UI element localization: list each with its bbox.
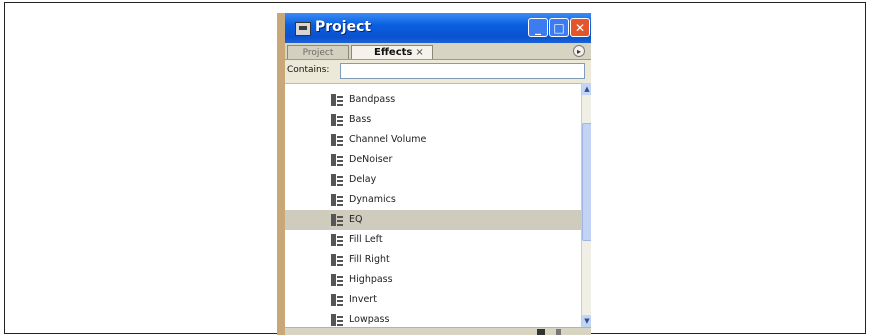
title-bar[interactable]: Project _ □ ✕ [285,13,591,43]
panel-menu-icon[interactable]: ▸ [573,45,585,57]
audio-effect-icon [331,234,343,246]
effect-label: Bandpass [349,94,396,105]
effect-list-item[interactable]: EQ [285,210,581,230]
background-strip [277,13,285,335]
effect-list-item[interactable]: Bass [285,110,581,130]
effect-list-item[interactable]: DeNoiser [285,150,581,170]
effect-label: Channel Volume [349,134,427,145]
effect-label: DeNoiser [349,154,393,165]
tab-close-icon[interactable]: × [415,47,423,58]
window-title: Project [315,19,372,35]
audio-effect-icon [331,134,343,146]
tab-label: Project [302,48,334,58]
audio-effect-icon [331,294,343,306]
effect-label: Fill Left [349,234,383,245]
effect-list-item[interactable]: Lowpass [285,310,581,328]
search-row: Contains: [285,60,591,82]
effect-label: Invert [349,294,377,305]
audio-effect-icon [331,154,343,166]
audio-effect-icon [331,274,343,286]
audio-effect-icon [331,254,343,266]
effect-list-item[interactable]: Fill Right [285,250,581,270]
effect-list-item[interactable]: Dynamics [285,190,581,210]
effects-list: Bandpass Bass Channel Volume DeNoiser Delay D… [285,83,581,328]
minimize-button[interactable]: _ [528,18,548,37]
tab-bar: Project Effects × ▸ [285,43,591,60]
search-input[interactable] [340,63,585,79]
effect-label: Bass [349,114,372,125]
effect-list-item[interactable]: Invert [285,290,581,310]
audio-effect-icon [331,94,343,106]
effect-list-item[interactable]: Bandpass [285,90,581,110]
vertical-scrollbar[interactable]: ▲ ▼ [581,83,591,327]
scroll-up-icon[interactable]: ▲ [582,83,591,95]
effect-label: Dynamics [349,194,396,205]
scroll-down-icon[interactable]: ▼ [582,315,591,327]
app-icon [295,22,311,36]
effect-label: Lowpass [349,314,390,325]
effect-list-item[interactable]: Delay [285,170,581,190]
scroll-thumb[interactable] [582,123,591,241]
audio-effect-icon [331,114,343,126]
audio-effect-icon [331,214,343,226]
audio-effect-icon [331,314,343,326]
effect-list-item[interactable]: Fill Left [285,230,581,250]
tab-project[interactable]: Project [287,45,349,59]
close-button[interactable]: ✕ [570,18,590,37]
project-panel-window: Project _ □ ✕ Project Effects × ▸ Contain… [277,13,591,335]
effect-label: Fill Right [349,254,390,265]
search-label: Contains: [287,65,330,75]
maximize-button[interactable]: □ [549,18,569,37]
new-bin-icon[interactable] [537,329,545,335]
effect-label: EQ [349,214,363,225]
tab-label: Effects [374,47,413,58]
audio-effect-icon [331,174,343,186]
effect-label: Highpass [349,274,393,285]
effect-list-item[interactable]: Channel Volume [285,130,581,150]
audio-effect-icon [331,194,343,206]
tab-effects[interactable]: Effects × [351,45,433,59]
effect-label: Delay [349,174,377,185]
effect-list-item[interactable]: Highpass [285,270,581,290]
delete-icon[interactable] [556,329,561,335]
panel-bottom-bar [285,327,591,335]
